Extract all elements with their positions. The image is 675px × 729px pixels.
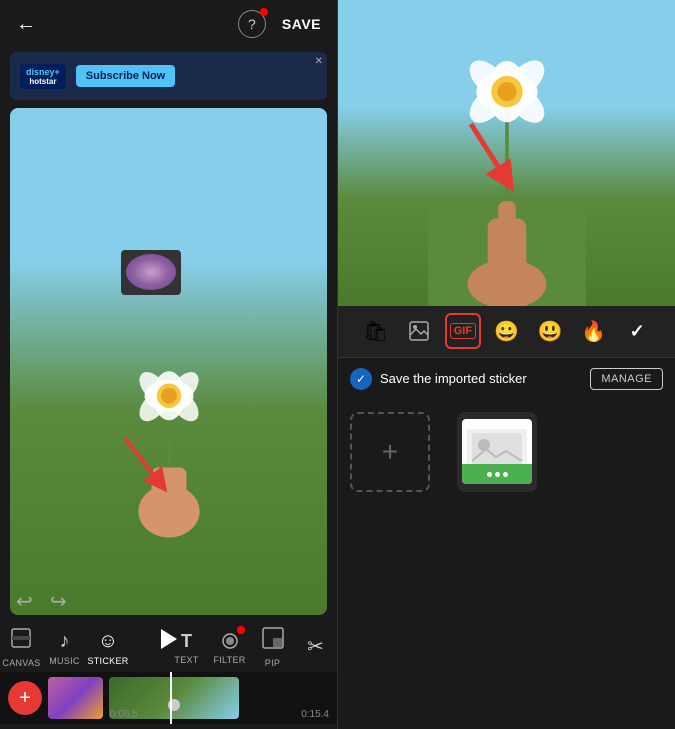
sub-brand-name: hotstar [29,77,56,86]
left-panel: ← ? SAVE disney+ hotstar Subscribe Now ✕ [0,0,337,729]
tool-icons-row: CANVAS ♪ MUSIC ☺ STICKER T TEXT [0,619,337,672]
canvas-tool[interactable]: CANVAS [1,627,41,668]
confirm-check-icon: ✓ [630,321,645,342]
play-icon [161,629,177,649]
music-tool[interactable]: ♪ MUSIC [44,630,84,666]
sticker-icon: ☺ [98,630,118,653]
help-button[interactable]: ? [238,10,266,38]
video-content-left [10,108,327,615]
pip-tool[interactable]: PIP [253,627,293,668]
fire-button[interactable]: 🔥 [576,313,612,349]
sticker-grid: + [338,400,675,729]
manage-button[interactable]: MANAGE [590,368,663,390]
dot-1 [487,472,492,477]
save-button[interactable]: SAVE [282,16,321,32]
sticker-tool[interactable]: ☺ STICKER [87,630,128,666]
filter-icon-wrap [219,630,241,652]
filter-dot [237,626,245,634]
play-button[interactable] [153,623,185,655]
save-sticker-text: Save the imported sticker [380,371,527,386]
add-sticker-button[interactable]: + [350,412,430,492]
save-sticker-row: ✓ Save the imported sticker MANAGE [338,358,675,400]
emoji-grin-button[interactable]: 😃 [532,313,568,349]
canvas-icon [10,627,32,655]
filter-icon [219,630,241,652]
music-icon: ♪ [59,630,69,653]
add-clip-button[interactable]: + [8,681,42,715]
sticker-content [126,254,176,290]
timeline-time-start: 0:06.5 [110,709,138,720]
sticker-label: STICKER [87,656,128,666]
red-arrow-left [105,423,185,503]
ad-close-button[interactable]: ✕ [315,56,323,67]
pip-icon [262,627,284,655]
text-label: TEXT [174,655,198,665]
ad-banner[interactable]: disney+ hotstar Subscribe Now ✕ [10,52,327,100]
image-button[interactable] [401,313,437,349]
confirm-button[interactable]: ✓ [619,313,655,349]
timeline-time-end: 0:15.4 [301,709,329,720]
gif-button[interactable]: GIF [445,313,481,349]
notification-dot [260,8,268,16]
sticker-dots [487,472,508,477]
image-icon [408,320,430,342]
sticker-preview [462,419,532,484]
right-panel: 🛍 GIF 😀 😃 🔥 ✓ ✓ Save the imported sticke… [337,0,675,729]
emoji-happy-button[interactable]: 😀 [488,313,524,349]
red-arrow-right [446,109,536,199]
bottom-tools: CANVAS ♪ MUSIC ☺ STICKER T TEXT [0,619,337,729]
more-tool[interactable]: ✂ [295,634,335,662]
right-video-content [338,0,675,306]
sticker-toolbar: 🛍 GIF 😀 😃 🔥 ✓ [338,306,675,358]
brand-name: disney+ [26,67,60,77]
save-sticker-info: ✓ Save the imported sticker [350,368,527,390]
undo-button[interactable]: ↩ [16,589,33,614]
back-button[interactable]: ← [16,13,36,36]
sticker-on-video[interactable] [121,250,181,295]
video-preview-left [10,108,327,615]
disney-logo: disney+ hotstar [20,64,66,89]
filter-tool[interactable]: FILTER [210,630,250,665]
music-label: MUSIC [49,656,80,666]
sticker-green-bar [462,464,532,484]
gif-label: GIF [450,323,476,339]
clip-thumbnail-1[interactable] [48,677,103,719]
timeline-times: 0:06.5 0:15.4 [110,709,329,720]
redo-button[interactable]: ↪ [50,589,67,614]
top-bar-right: ? SAVE [238,10,321,38]
check-circle-icon: ✓ [350,368,372,390]
filter-label: FILTER [213,655,245,665]
right-video-preview [338,0,675,306]
timeline-strip: + 0:06.5 0:15.4 [0,672,337,724]
scissors-icon: ✂ [307,634,324,659]
dot-3 [503,472,508,477]
dot-2 [495,472,500,477]
subscribe-button[interactable]: Subscribe Now [76,65,175,87]
canvas-label: CANVAS [2,658,40,668]
sticker-item[interactable] [457,412,537,492]
top-bar: ← ? SAVE [0,0,337,48]
pip-label: PIP [265,658,280,668]
sticker-pack-button[interactable]: 🛍 [358,313,394,349]
